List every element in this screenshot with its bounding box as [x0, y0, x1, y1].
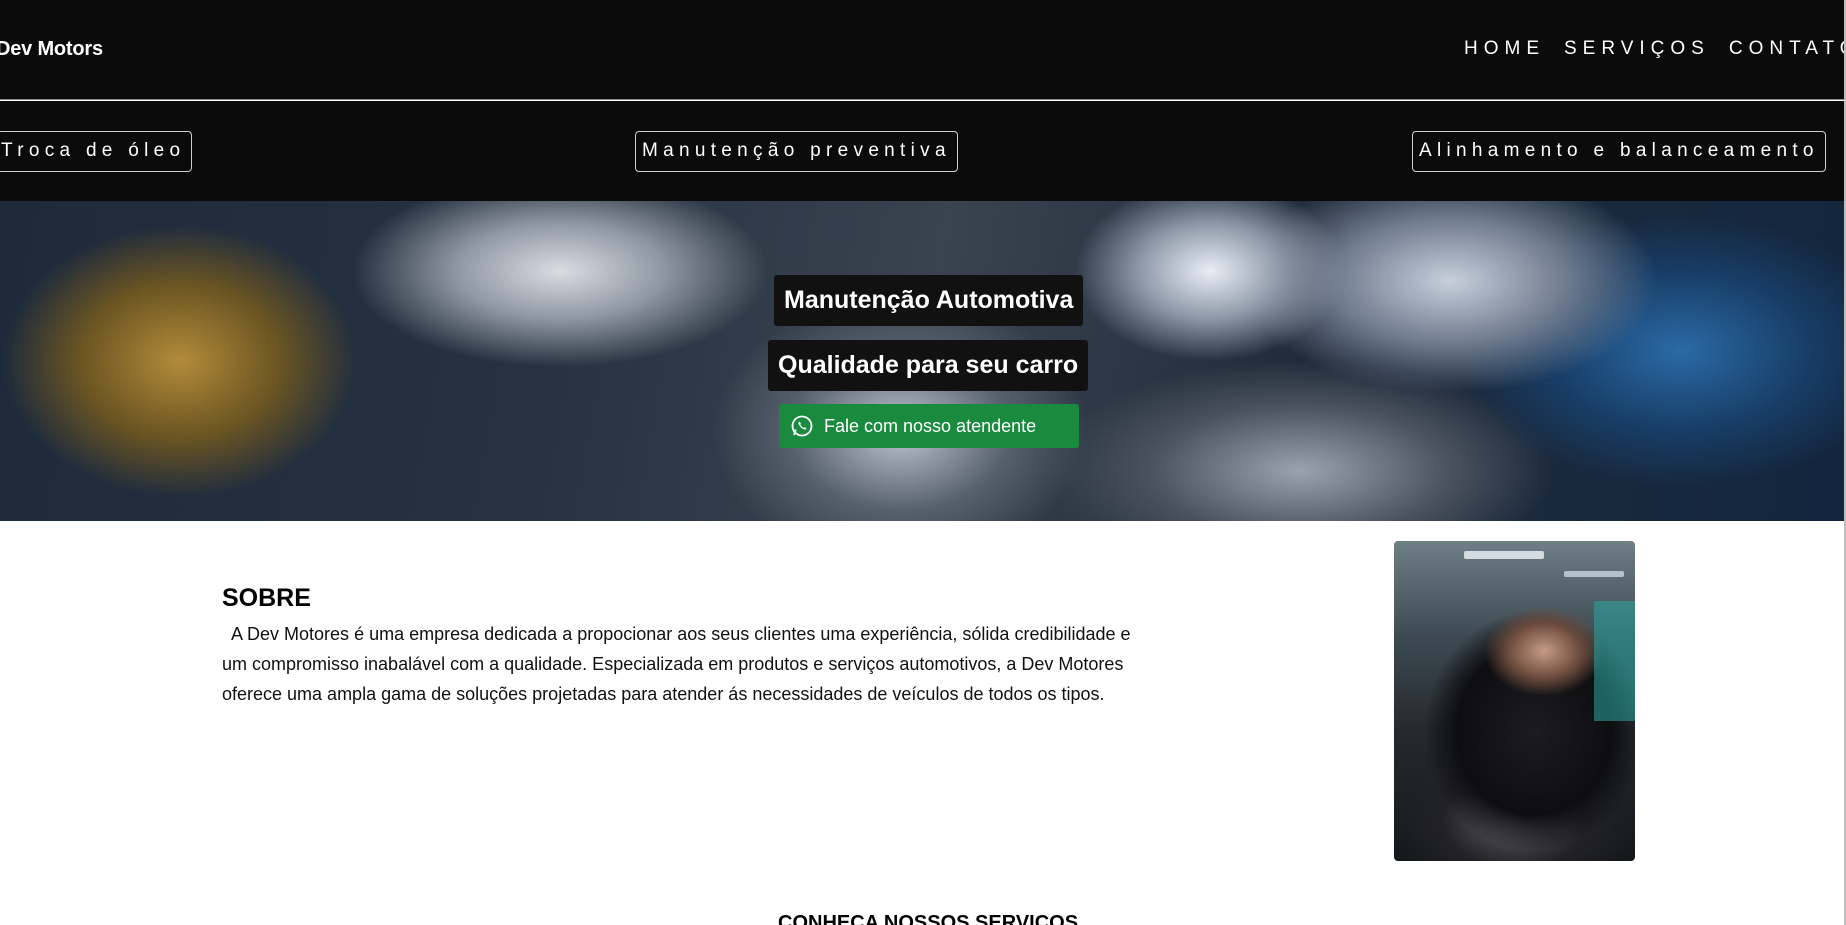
nav-link-servicos[interactable]: SERVIÇOS [1564, 38, 1710, 60]
service-button-troca-oleo[interactable]: Troca de óleo [0, 131, 193, 172]
about-text: A Dev Motores é uma empresa dedicada a p… [222, 619, 1142, 709]
photo-detail-lamp-2 [1564, 571, 1624, 577]
hero-subtitle: Qualidade para seu carro [768, 340, 1089, 391]
about-text-body: A Dev Motores é uma empresa dedicada a p… [222, 624, 1131, 704]
page: Dev Motors HOME SERVIÇOS CONTATO Troca d… [0, 0, 1846, 925]
services-bar: Troca de óleo Manutenção preventiva Alin… [0, 101, 1846, 201]
brand-logo-text[interactable]: Dev Motors [0, 38, 103, 61]
nav-link-contato[interactable]: CONTATO [1729, 38, 1846, 60]
photo-detail-lamp [1464, 551, 1544, 559]
whatsapp-contact-label: Fale com nosso atendente [824, 415, 1037, 436]
whatsapp-icon [791, 415, 813, 437]
site-header: Dev Motors HOME SERVIÇOS CONTATO [0, 0, 1846, 100]
hero-title: Manutenção Automotiva [774, 275, 1084, 326]
service-button-alinhamento[interactable]: Alinhamento e balanceamento [1412, 131, 1826, 172]
mechanic-photo [1394, 541, 1635, 861]
services-section-title: CONHEÇA NOSSOS SERVIÇOS [778, 912, 1079, 925]
main-nav: HOME SERVIÇOS CONTATO [1464, 38, 1846, 60]
hero-banner: Manutenção Automotiva Qualidade para seu… [0, 201, 1846, 521]
whatsapp-contact-button[interactable]: Fale com nosso atendente [779, 404, 1079, 448]
about-title: SOBRE [222, 584, 311, 612]
photo-detail-wall [1594, 601, 1635, 721]
service-button-manutencao-preventiva[interactable]: Manutenção preventiva [635, 131, 958, 172]
nav-link-home[interactable]: HOME [1464, 38, 1545, 60]
